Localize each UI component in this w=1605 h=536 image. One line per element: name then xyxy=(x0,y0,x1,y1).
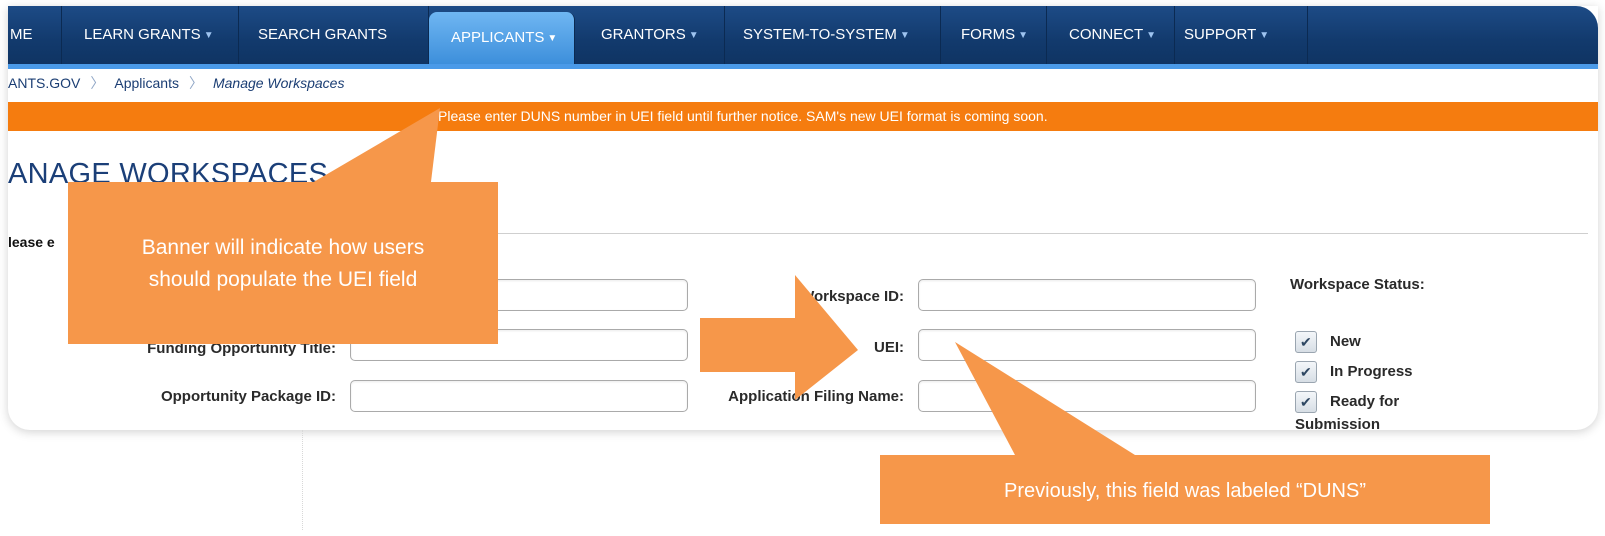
chevron-down-icon: ▼ xyxy=(547,33,558,44)
breadcrumb-separator-icon: 〉 xyxy=(90,75,105,91)
nav-item-label: SUPPORT xyxy=(1184,26,1257,43)
chevron-down-icon: ▼ xyxy=(203,30,214,41)
workspace-id-label: Workspace ID: xyxy=(800,288,904,305)
instruction-text: lease e xyxy=(8,234,55,250)
status-new-checkbox[interactable]: ✔ xyxy=(1295,331,1317,353)
nav-item-label: SEARCH GRANTS xyxy=(258,26,388,43)
nav-item-support[interactable]: SUPPORT ▼ xyxy=(1175,6,1308,64)
nav-item-forms[interactable]: FORMS ▼ xyxy=(941,6,1047,64)
chevron-down-icon: ▼ xyxy=(899,30,910,41)
status-ready-checkbox[interactable]: ✔ xyxy=(1295,391,1317,413)
nav-item-label: APPLICANTS xyxy=(451,29,545,46)
nav-item-label: CONNECT xyxy=(1069,26,1144,43)
status-ready-label: Ready for xyxy=(1330,393,1400,410)
status-new-label: New xyxy=(1330,333,1361,350)
nav-item-label: SYSTEM-TO-SYSTEM xyxy=(743,26,897,43)
breadcrumb-item-home[interactable]: ANTS.GOV xyxy=(8,75,80,91)
nav-item-learn-grants[interactable]: LEARN GRANTS ▼ xyxy=(62,6,239,64)
uei-label: UEI: xyxy=(874,339,904,356)
nav-item-label: FORMS xyxy=(961,26,1016,43)
opportunity-package-id-input[interactable] xyxy=(350,380,688,412)
breadcrumb: ANTS.GOV 〉 Applicants 〉 Manage Workspaces xyxy=(8,72,344,94)
breadcrumb-item-applicants[interactable]: Applicants xyxy=(114,75,179,91)
status-ready-label-overflow: Submission xyxy=(1295,416,1381,430)
notice-banner-text: Please enter DUNS number in UEI field un… xyxy=(438,108,1048,124)
dotted-guide xyxy=(302,430,303,530)
status-in-progress-label: In Progress xyxy=(1330,363,1413,380)
nav-item-applicants[interactable]: APPLICANTS ▼ xyxy=(429,12,575,64)
chevron-down-icon: ▼ xyxy=(1259,30,1270,41)
workspace-status-label: Workspace Status: xyxy=(1290,276,1425,293)
workspace-id-input[interactable] xyxy=(918,279,1256,311)
chevron-down-icon: ▼ xyxy=(1018,30,1029,41)
opportunity-package-id-label: Opportunity Package ID: xyxy=(160,388,336,405)
application-filing-name-input[interactable] xyxy=(918,380,1256,412)
banner-callout-line-1: Banner will indicate how users xyxy=(141,236,425,259)
divider xyxy=(488,233,1588,234)
checkmark-icon: ✔ xyxy=(1300,334,1312,350)
uei-callout-text: Previously, this field was labeled “DUNS… xyxy=(1004,480,1366,502)
checkmark-icon: ✔ xyxy=(1300,364,1312,380)
checkmark-icon: ✔ xyxy=(1300,394,1312,410)
nav-item-system-to-system[interactable]: SYSTEM-TO-SYSTEM ▼ xyxy=(725,6,941,64)
nav-item-home[interactable]: ME xyxy=(8,6,62,64)
nav-accent-stripe xyxy=(8,64,1598,69)
nav-item-label: GRANTORS xyxy=(601,26,686,43)
banner-callout: Banner will indicate how users should pop… xyxy=(68,182,498,344)
application-filing-name-label: Application Filing Name: xyxy=(728,388,904,405)
nav-item-grantors[interactable]: GRANTORS ▼ xyxy=(583,6,725,64)
uei-callout: Previously, this field was labeled “DUNS… xyxy=(880,455,1490,524)
notice-banner: Please enter DUNS number in UEI field un… xyxy=(8,102,1598,131)
nav-item-connect[interactable]: CONNECT ▼ xyxy=(1047,6,1175,64)
nav-item-label: ME xyxy=(10,26,33,43)
breadcrumb-separator-icon: 〉 xyxy=(188,75,203,91)
chevron-down-icon: ▼ xyxy=(1146,30,1157,41)
chevron-down-icon: ▼ xyxy=(688,30,699,41)
nav-item-label: LEARN GRANTS xyxy=(84,26,201,43)
main-nav-bar: ME LEARN GRANTS ▼ SEARCH GRANTS APPLICANT… xyxy=(8,6,1598,64)
nav-item-search-grants[interactable]: SEARCH GRANTS xyxy=(239,6,429,64)
banner-callout-line-2: should populate the UEI field xyxy=(148,268,418,291)
status-in-progress-checkbox[interactable]: ✔ xyxy=(1295,361,1317,383)
breadcrumb-item-current: Manage Workspaces xyxy=(212,75,345,91)
uei-input[interactable] xyxy=(918,329,1256,361)
